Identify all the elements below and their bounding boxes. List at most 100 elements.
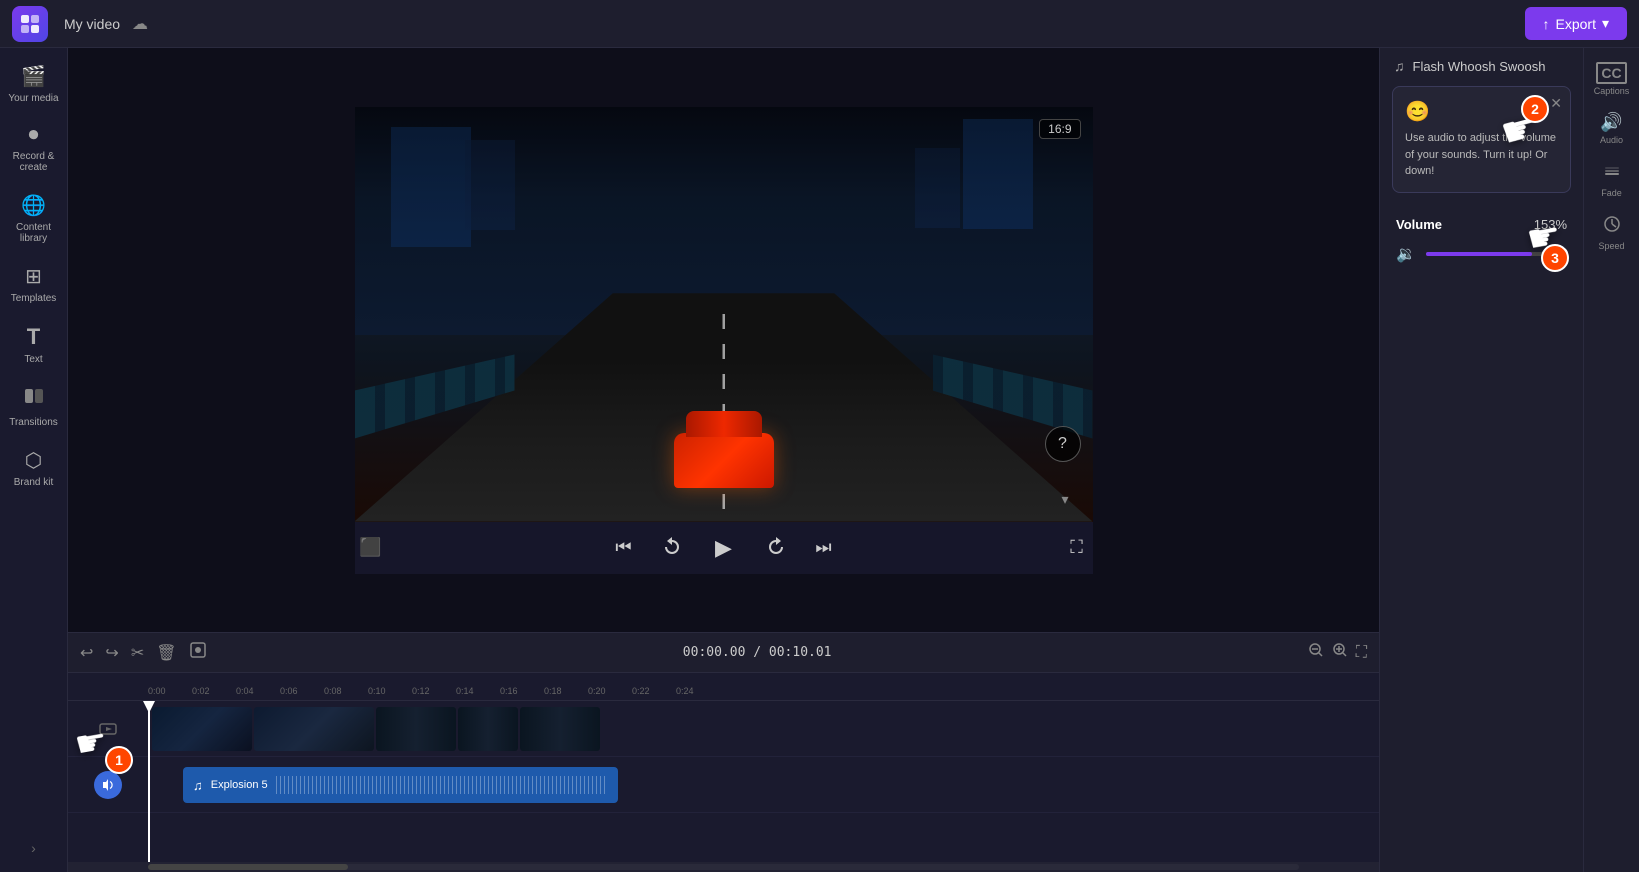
content-library-icon: 🌐 — [21, 193, 46, 218]
sidebar-item-transitions[interactable]: Transitions — [4, 377, 64, 436]
video-clip[interactable] — [520, 707, 600, 751]
sidebar-item-text[interactable]: T Text — [4, 316, 64, 373]
export-icon: ↑ — [1543, 16, 1550, 32]
ruler-mark: 0:06 — [280, 686, 324, 696]
redo-button[interactable]: ↪ — [105, 643, 118, 663]
tooltip-emoji: 😊 — [1405, 99, 1558, 124]
video-clip[interactable] — [254, 707, 374, 751]
sidebar-item-brand-kit[interactable]: ⬡ Brand kit — [4, 440, 64, 496]
export-button[interactable]: ↑ Export ▾ — [1525, 7, 1628, 40]
panel-content: ♫ Flash Whoosh Swoosh 😊 Use audio to adj… — [1380, 48, 1583, 872]
save-icon[interactable]: ☁ — [132, 14, 148, 34]
sidebar-label-brand-kit: Brand kit — [14, 477, 53, 488]
video-clip[interactable] — [376, 707, 456, 751]
sidebar-item-templates[interactable]: ⊞ Templates — [4, 256, 64, 312]
scrollbar-thumb[interactable] — [148, 864, 348, 870]
volume-label: Volume — [1396, 217, 1442, 232]
rewind-button[interactable] — [656, 532, 688, 564]
undo-button[interactable]: ↩ — [80, 643, 93, 663]
tooltip-text: Use audio to adjust the volume of your s… — [1405, 130, 1558, 180]
ruler-mark: 0:18 — [544, 686, 588, 696]
audio-track-thumb[interactable] — [94, 771, 122, 799]
volume-header: Volume 153% — [1396, 217, 1567, 232]
scrollbar-track[interactable] — [148, 864, 1299, 870]
right-rail-captions[interactable]: CC Captions — [1587, 56, 1637, 102]
audio-waveform — [276, 776, 608, 794]
left-sidebar: 🎬 Your media ⏺ Record & create 🌐 Content… — [0, 48, 68, 872]
video-clip[interactable] — [458, 707, 518, 751]
audio-label: Audio — [1600, 135, 1623, 145]
timeline-scrollbar[interactable] — [68, 862, 1379, 872]
ruler-mark: 0:00 — [148, 686, 192, 696]
sidebar-item-record[interactable]: ⏺ Record & create — [4, 116, 64, 181]
volume-slider-thumb[interactable] — [1554, 247, 1568, 261]
export-chevron-icon: ▾ — [1602, 15, 1609, 32]
brand-kit-icon: ⬡ — [25, 448, 42, 473]
audio-clip[interactable]: ♫ Explosion 5 — [183, 767, 618, 803]
right-rail-fade[interactable]: Fade — [1587, 155, 1637, 204]
tooltip-panel: 😊 Use audio to adjust the volume of your… — [1392, 86, 1571, 193]
volume-slider[interactable] — [1426, 252, 1567, 256]
sidebar-item-your-media[interactable]: 🎬 Your media — [4, 56, 64, 112]
sidebar-label-content-library: Content library — [8, 222, 60, 244]
timeline-fullscreen-button[interactable]: ⛶ — [1356, 644, 1367, 662]
timeline-ruler: 0:00 0:02 0:04 0:06 0:08 0:10 0:12 0:14 … — [68, 673, 1379, 701]
zoom-out-button[interactable] — [1308, 642, 1324, 663]
fade-label: Fade — [1601, 188, 1622, 198]
speed-label: Speed — [1598, 241, 1624, 251]
audio-icon: 🔊 — [1600, 112, 1622, 133]
captions-label: Captions — [1594, 86, 1630, 96]
audio-track-row: ♫ Explosion 5 — [68, 757, 1379, 813]
right-panel-title: Flash Whoosh Swoosh — [1413, 59, 1546, 74]
video-track-content[interactable] — [148, 701, 1379, 756]
video-preview: 16:9 ? ▾ ⬛ ⏮ ▶ — [68, 48, 1379, 632]
audio-track-label — [68, 771, 148, 799]
sidebar-item-content-library[interactable]: 🌐 Content library — [4, 185, 64, 252]
volume-percent: 153% — [1534, 217, 1567, 232]
subtitle-toggle-button[interactable]: ⬛ — [355, 532, 387, 564]
video-clip[interactable] — [152, 707, 252, 751]
app-logo — [12, 6, 48, 42]
captions-icon: CC — [1596, 62, 1626, 84]
volume-speaker-icon: 🔉 — [1396, 244, 1416, 264]
volume-slider-fill — [1426, 252, 1532, 256]
chevron-down-icon[interactable]: ▾ — [1061, 491, 1068, 508]
video-track-row — [68, 701, 1379, 757]
zoom-controls: ⛶ — [1308, 642, 1367, 663]
save-frame-button[interactable] — [189, 641, 207, 664]
ruler-mark: 0:02 — [192, 686, 236, 696]
main-area: 🎬 Your media ⏺ Record & create 🌐 Content… — [0, 48, 1639, 872]
top-bar: My video ☁ ↑ Export ▾ — [0, 0, 1639, 48]
fade-icon — [1602, 161, 1622, 186]
play-button[interactable]: ▶ — [704, 528, 744, 568]
cut-button[interactable]: ✂ — [131, 643, 144, 663]
sidebar-label-record: Record & create — [8, 151, 60, 173]
sidebar-label-your-media: Your media — [8, 93, 58, 104]
tooltip-close-button[interactable]: ✕ — [1550, 95, 1562, 112]
fullscreen-button[interactable]: ⛶ — [1061, 532, 1093, 564]
ruler-mark: 0:12 — [412, 686, 456, 696]
fast-forward-button[interactable] — [760, 532, 792, 564]
volume-section: Volume 153% 🔉 — [1380, 205, 1583, 276]
text-icon: T — [27, 324, 40, 350]
ruler-mark: 0:20 — [588, 686, 632, 696]
aspect-ratio-badge: 16:9 — [1039, 119, 1080, 139]
sidebar-expand-arrow[interactable]: › — [31, 840, 36, 856]
delete-button[interactable]: 🗑 — [156, 643, 176, 663]
ruler-mark: 0:16 — [500, 686, 544, 696]
skip-end-button[interactable]: ⏭ — [808, 532, 840, 564]
right-rail-audio[interactable]: 🔊 Audio — [1587, 106, 1637, 151]
skip-start-button[interactable]: ⏮ — [608, 532, 640, 564]
record-icon: ⏺ — [29, 124, 39, 147]
center-area: 16:9 ? ▾ ⬛ ⏮ ▶ — [68, 48, 1379, 872]
audio-track-content: ♫ Explosion 5 — [148, 757, 1379, 812]
audio-clip-name: Explosion 5 — [211, 779, 268, 791]
timeline-area: ↩ ↪ ✂ 🗑 00:00.00 / 00:10.01 — [68, 632, 1379, 872]
ruler-mark: 0:10 — [368, 686, 412, 696]
zoom-in-button[interactable] — [1332, 642, 1348, 663]
right-rail-speed[interactable]: Speed — [1587, 208, 1637, 257]
transitions-icon — [23, 385, 45, 413]
help-icon: ? — [1058, 435, 1067, 453]
ruler-mark: 0:08 — [324, 686, 368, 696]
help-button[interactable]: ? — [1045, 426, 1081, 462]
